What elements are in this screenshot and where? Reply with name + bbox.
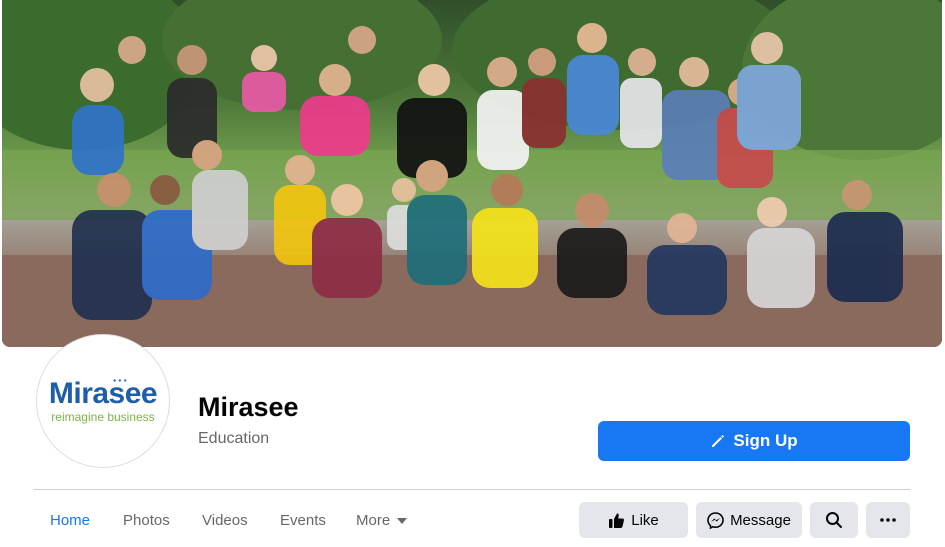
tab-photos[interactable]: Photos [123,512,170,529]
thumbs-up-icon [609,513,625,528]
like-button-label: Like [631,511,659,529]
search-button[interactable] [810,502,858,538]
more-options-button[interactable] [866,502,910,538]
tab-videos[interactable]: Videos [202,512,248,529]
signup-button-label: Sign Up [733,431,798,450]
message-button[interactable]: Message [696,502,802,538]
ellipsis-icon [880,518,896,522]
avatar-logo-tagline: reimagine business [51,409,155,424]
tab-more[interactable]: More [356,512,408,529]
header-divider [34,489,910,490]
message-button-label: Message [730,511,791,529]
messenger-icon [707,511,724,529]
search-icon [826,512,842,528]
signup-button[interactable]: Sign Up [598,421,910,461]
like-button[interactable]: Like [579,502,688,538]
tab-home[interactable]: Home [50,512,90,529]
tab-events[interactable]: Events [280,512,326,529]
pencil-icon [712,435,725,447]
page-category[interactable]: Education [198,430,269,448]
logo-sparkle-icon: ⬩⬩⬩ [113,375,129,385]
page-title[interactable]: Mirasee [198,392,299,423]
tab-more-label: More [356,512,391,529]
cover-photo-illustration [2,0,942,347]
caret-down-icon [397,517,408,524]
page-avatar[interactable]: ⬩⬩⬩ Mirasee reimagine business [36,334,170,468]
avatar-logo-text: Mirasee [48,376,158,410]
cover-photo[interactable] [2,0,942,347]
